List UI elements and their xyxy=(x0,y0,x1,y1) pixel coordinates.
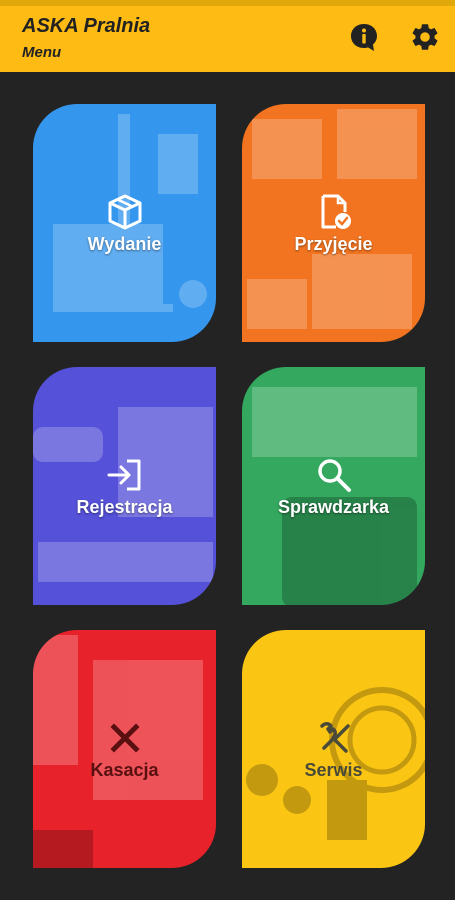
app-bar: ASKA Pralnia Menu xyxy=(0,6,455,72)
wrench-screwdriver-icon xyxy=(319,721,350,753)
info-bubble-icon xyxy=(351,24,377,51)
app-title: ASKA Pralnia xyxy=(22,15,151,37)
tile-serwis[interactable]: Serwis xyxy=(242,630,425,868)
tile-wydanie[interactable]: Wydanie xyxy=(33,104,216,342)
sign-in-icon xyxy=(107,459,140,490)
app-subtitle: Menu xyxy=(22,44,62,61)
info-button[interactable] xyxy=(348,21,380,53)
tile-label: Przyjęcie xyxy=(294,233,373,254)
settings-button[interactable] xyxy=(409,21,441,53)
tile-label: Sprawdzarka xyxy=(277,496,390,517)
close-x-icon xyxy=(109,722,140,753)
gear-icon xyxy=(412,24,438,50)
magnifier-icon xyxy=(317,458,351,492)
tile-label: Serwis xyxy=(304,759,363,780)
tile-label: Wydanie xyxy=(87,233,162,254)
tile-rejestracja[interactable]: Rejestracja xyxy=(33,367,216,605)
tile-label: Kasacja xyxy=(90,759,159,780)
box-icon xyxy=(108,194,141,229)
tile-przyjecie[interactable]: Przyjęcie xyxy=(242,104,425,342)
tile-label: Rejestracja xyxy=(76,496,173,517)
tile-sprawdzarka[interactable]: Sprawdzarka xyxy=(242,367,425,605)
tile-kasacja[interactable]: Kasacja xyxy=(33,630,216,868)
document-check-icon xyxy=(321,194,351,229)
